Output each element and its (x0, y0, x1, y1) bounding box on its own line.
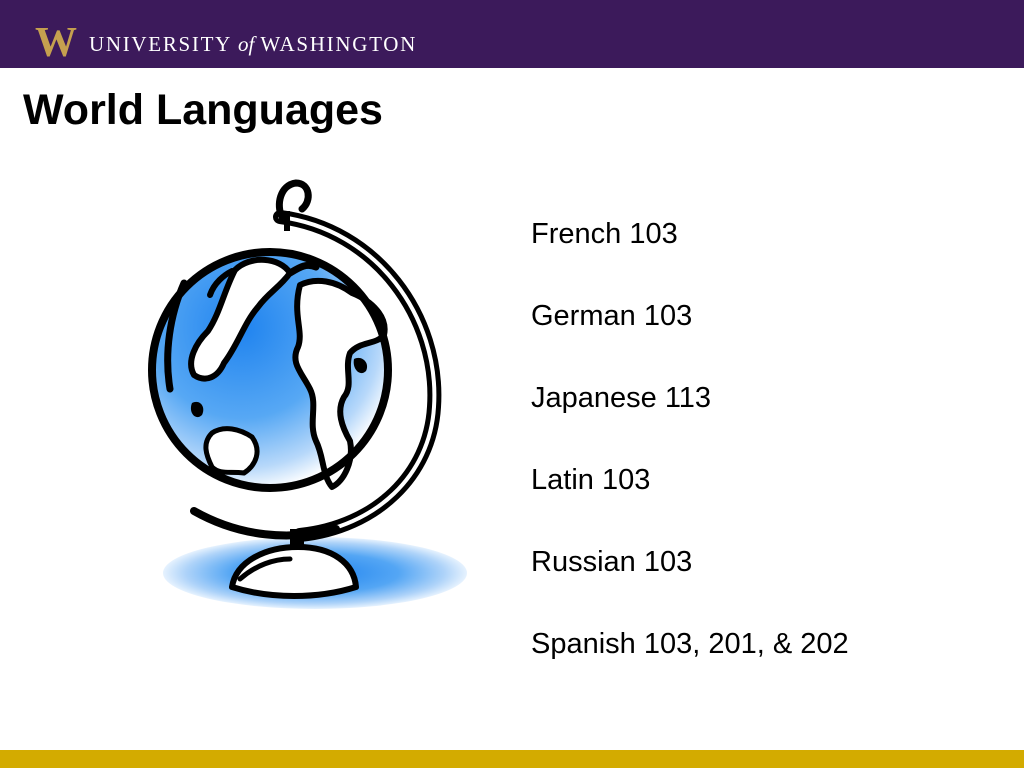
wordmark-washington: WASHINGTON (260, 32, 417, 56)
course-item: Russian 103 (531, 546, 693, 578)
footer-bar (0, 750, 1024, 768)
course-item: German 103 (531, 300, 693, 332)
course-list: French 103 German 103 Japanese 113 Latin… (531, 214, 849, 706)
header-bar: W UNIVERSITY of WASHINGTON (0, 0, 1024, 68)
course-item: Japanese 113 (531, 382, 712, 414)
logo-letter: W (35, 24, 77, 58)
uw-w-logo-icon[interactable]: W (33, 24, 79, 58)
wordmark-university: UNIVERSITY (89, 32, 232, 56)
university-wordmark[interactable]: UNIVERSITY of WASHINGTON (89, 31, 417, 57)
course-item: Spanish 103, 201, & 202 (531, 628, 849, 660)
course-item: French 103 (531, 218, 678, 250)
wordmark-of: of (238, 32, 255, 56)
course-item: Latin 103 (531, 464, 651, 496)
globe-icon (148, 179, 467, 609)
slide-title: World Languages (23, 86, 383, 134)
